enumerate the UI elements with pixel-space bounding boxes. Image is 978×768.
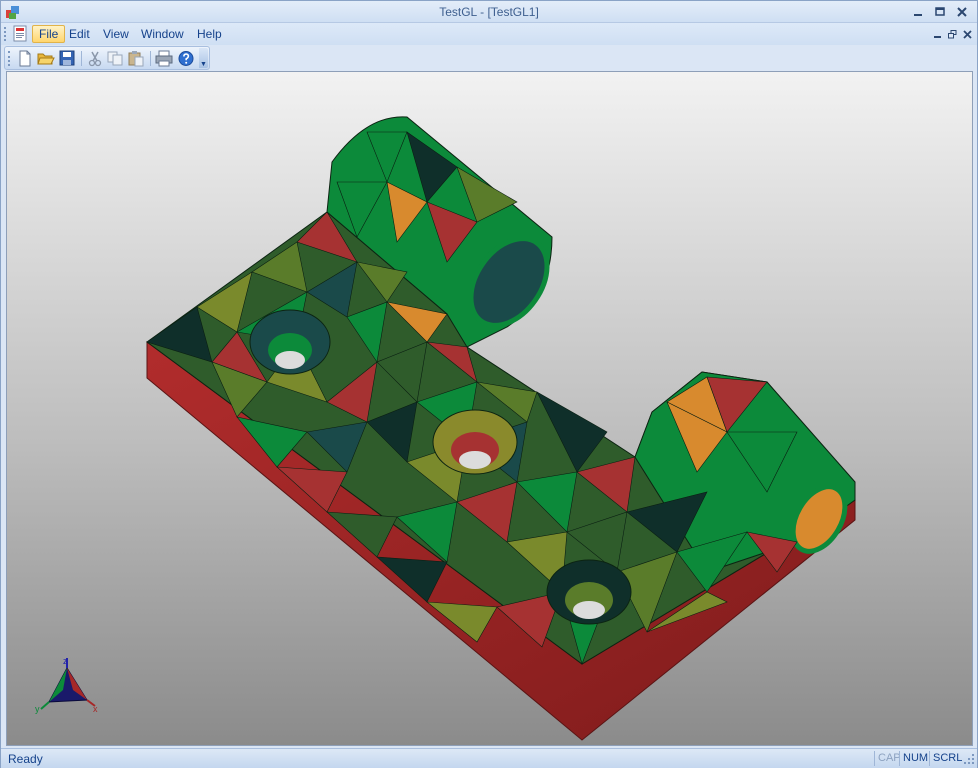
- minimize-icon: [933, 35, 941, 38]
- toolbar-separator: [81, 51, 82, 66]
- axis-x-label: x: [93, 704, 98, 714]
- resize-grip-icon[interactable]: [963, 753, 975, 765]
- standard-toolbar: ▼: [4, 46, 210, 70]
- open-folder-icon[interactable]: [37, 50, 55, 67]
- title-bar[interactable]: TestGL - [TestGL1]: [1, 1, 977, 23]
- status-bar: Ready CAP NUM SCRL: [1, 748, 977, 768]
- copy-icon[interactable]: [106, 50, 124, 67]
- axis-z-label: z: [63, 656, 68, 666]
- print-icon[interactable]: [155, 50, 173, 67]
- scrl-indicator: SCRL: [929, 751, 965, 766]
- child-restore-button[interactable]: [946, 28, 958, 40]
- axis-y-label: y: [35, 704, 40, 714]
- close-button[interactable]: [953, 4, 971, 20]
- close-icon: [962, 29, 972, 39]
- minimize-button[interactable]: [909, 4, 927, 20]
- new-document-icon[interactable]: [16, 50, 34, 67]
- menu-grip[interactable]: [4, 27, 7, 41]
- menu-view[interactable]: View: [97, 25, 135, 43]
- menu-help[interactable]: Help: [191, 25, 228, 43]
- toolbar-grip[interactable]: [8, 51, 11, 66]
- gl-viewport[interactable]: z y x: [6, 71, 973, 746]
- child-close-button[interactable]: [961, 28, 973, 40]
- maximize-icon: [935, 7, 945, 16]
- restore-icon: [947, 29, 956, 38]
- app-window: TestGL - [TestGL1] File Edit View Window…: [0, 0, 978, 768]
- save-icon[interactable]: [58, 50, 76, 67]
- window-title: TestGL - [TestGL1]: [439, 5, 539, 19]
- mesh-canvas: z y x: [35, 116, 856, 741]
- toolbar-separator: [150, 51, 151, 66]
- close-icon: [957, 7, 967, 17]
- menu-bar: File Edit View Window Help: [1, 23, 977, 45]
- child-minimize-button[interactable]: [931, 28, 943, 40]
- menu-edit[interactable]: Edit: [63, 25, 96, 43]
- status-text: Ready: [8, 752, 43, 766]
- document-icon[interactable]: [11, 25, 29, 43]
- help-icon[interactable]: [177, 50, 195, 67]
- num-indicator: NUM: [899, 751, 931, 766]
- cut-icon[interactable]: [86, 50, 104, 67]
- axis-triad: z y x: [35, 656, 98, 714]
- menu-file[interactable]: File: [32, 25, 66, 43]
- toolbar-options-button[interactable]: ▼: [199, 48, 208, 68]
- maximize-button[interactable]: [931, 4, 949, 20]
- paste-icon[interactable]: [127, 50, 145, 67]
- menu-window[interactable]: Window: [135, 25, 190, 43]
- minimize-icon: [914, 14, 922, 16]
